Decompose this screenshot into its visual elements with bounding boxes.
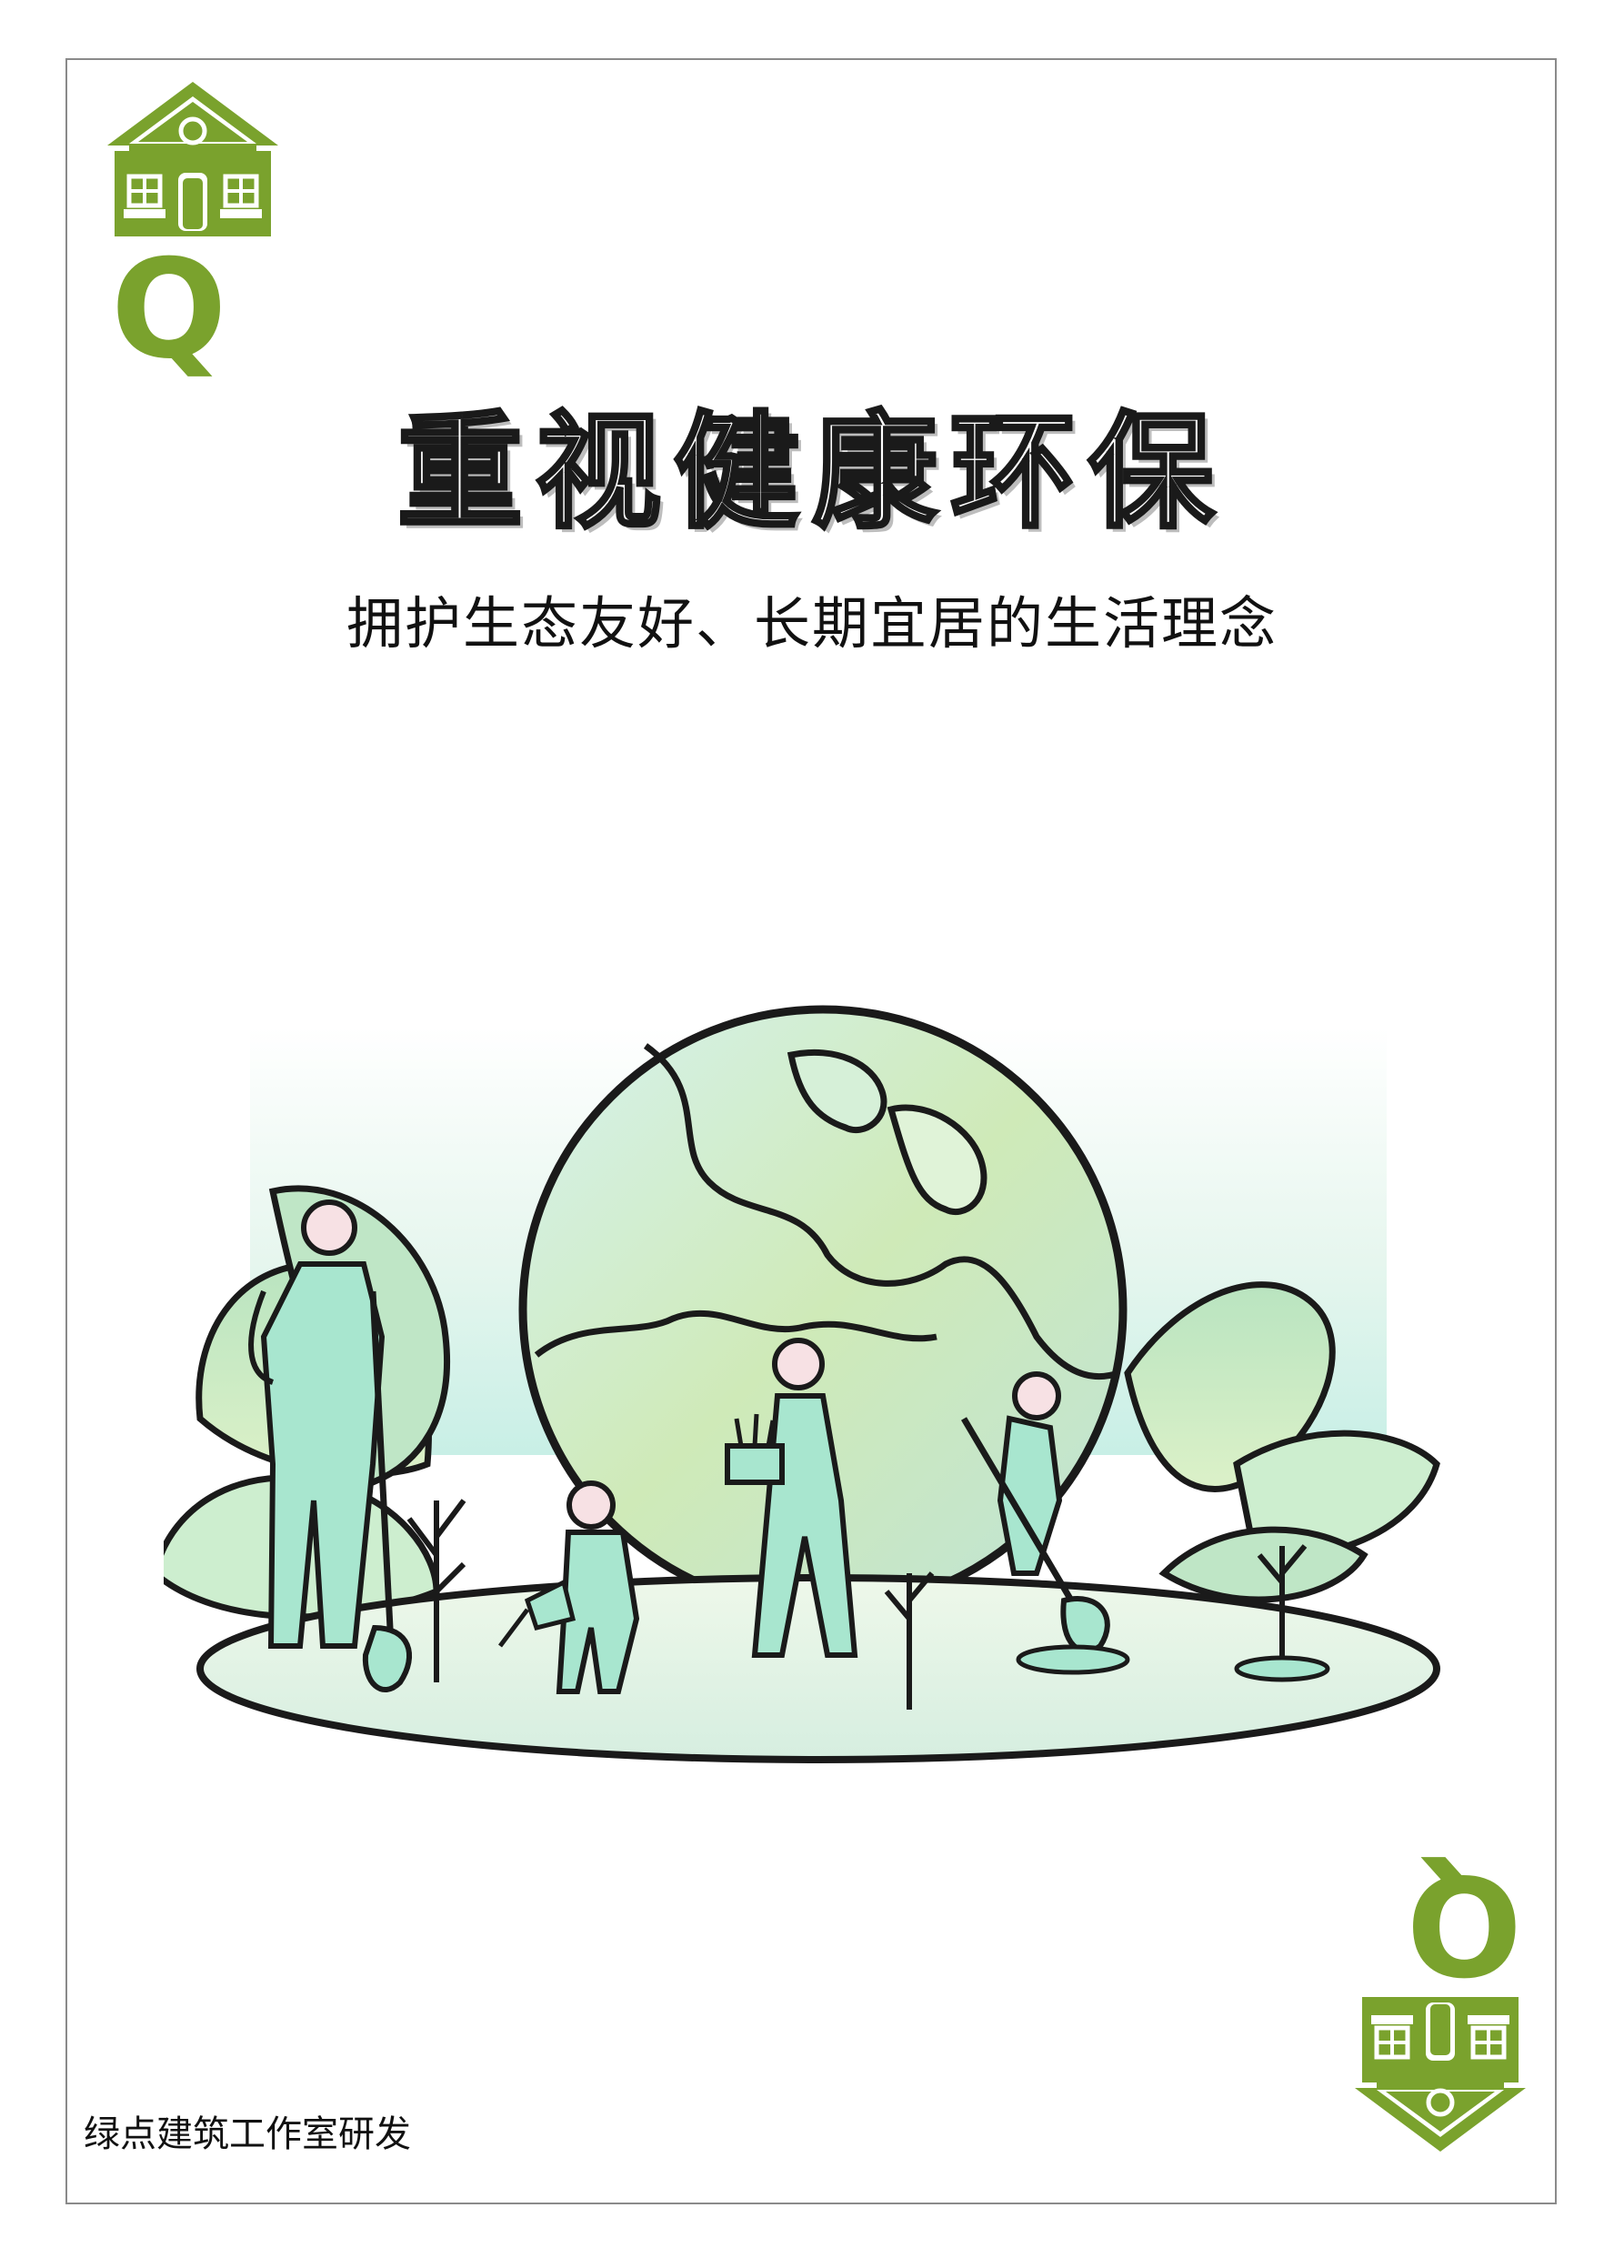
card-title: 重视健康环保 xyxy=(396,398,1227,547)
house-icon xyxy=(107,82,278,236)
corner-letter: Q xyxy=(1406,1844,1522,2002)
corner-emblem-bottom: Q xyxy=(1349,1844,1531,2155)
corner-emblem-top: Q xyxy=(102,78,284,387)
card-subtitle: 拥护生态友好、长期宜居的生活理念 xyxy=(346,590,1278,657)
earth-planting-people-illustration xyxy=(164,1005,1440,1763)
house-icon xyxy=(1355,1997,1526,2152)
studio-credit: 绿点建筑工作室研发 xyxy=(84,2113,411,2155)
corner-letter: Q xyxy=(111,231,227,389)
